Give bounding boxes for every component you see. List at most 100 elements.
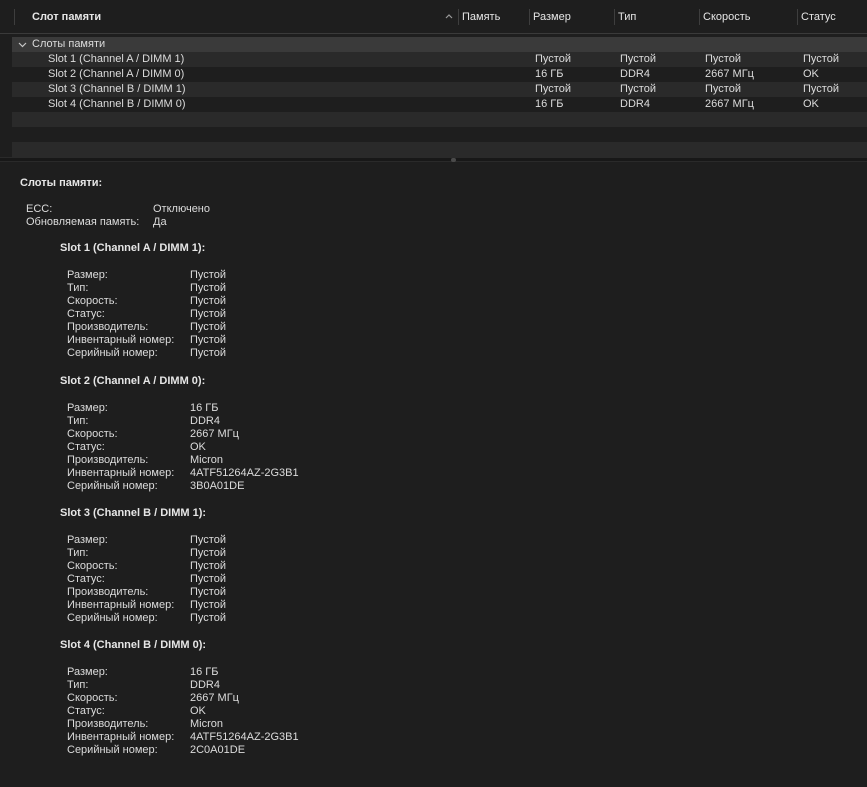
field-label-size: Размер: bbox=[67, 402, 108, 414]
table-header: Слот памяти Память Размер Тип Скорость С… bbox=[0, 0, 867, 34]
upgradable-label: Обновляемая память: bbox=[26, 216, 140, 228]
field-label-part: Инвентарный номер: bbox=[67, 467, 175, 479]
slot-speed: 2667 МГц bbox=[705, 98, 754, 110]
slot-speed: Пустой bbox=[705, 83, 741, 95]
column-separator bbox=[797, 9, 798, 25]
field-value-speed: 2667 МГц bbox=[190, 692, 239, 704]
slot-speed: Пустой bbox=[705, 53, 741, 65]
field-value-type: DDR4 bbox=[190, 679, 220, 691]
empty-row bbox=[12, 142, 867, 157]
empty-row bbox=[12, 112, 867, 127]
field-value-type: Пустой bbox=[190, 547, 226, 559]
field-label-speed: Скорость: bbox=[67, 295, 118, 307]
field-label-status: Статус: bbox=[67, 705, 105, 717]
field-value-part: 4ATF51264AZ-2G3B1 bbox=[190, 731, 299, 743]
column-header-speed[interactable]: Скорость bbox=[703, 11, 751, 23]
field-value-manufacturer: Пустой bbox=[190, 586, 226, 598]
field-label-serial: Серийный номер: bbox=[67, 347, 158, 359]
field-label-type: Тип: bbox=[67, 415, 89, 427]
column-separator bbox=[699, 9, 700, 25]
slot-size: 16 ГБ bbox=[535, 68, 564, 80]
column-header-size[interactable]: Размер bbox=[533, 11, 571, 23]
column-header-memory[interactable]: Память bbox=[462, 11, 500, 23]
field-label-manufacturer: Производитель: bbox=[67, 718, 149, 730]
field-value-size: 16 ГБ bbox=[190, 666, 219, 678]
field-value-serial: Пустой bbox=[190, 612, 226, 624]
column-header-type[interactable]: Тип bbox=[618, 11, 636, 23]
field-value-status: OK bbox=[190, 705, 206, 717]
field-value-manufacturer: Micron bbox=[190, 454, 224, 466]
column-separator bbox=[458, 9, 459, 25]
field-label-part: Инвентарный номер: bbox=[67, 731, 175, 743]
field-label-status: Статус: bbox=[67, 308, 105, 320]
field-label-part: Инвентарный номер: bbox=[67, 599, 175, 611]
field-value-speed: Пустой bbox=[190, 560, 226, 572]
detail-pane: Слоты памяти: ECC: Отключено Обновляемая… bbox=[0, 162, 867, 787]
slot-status: OK bbox=[803, 98, 819, 110]
table-row[interactable]: Slot 4 (Channel B / DIMM 0) 16 ГБ DDR4 2… bbox=[12, 97, 867, 112]
column-header-slot[interactable]: Слот памяти bbox=[32, 11, 101, 23]
column-separator bbox=[529, 9, 530, 25]
slot-type: DDR4 bbox=[620, 98, 650, 110]
field-value-status: Пустой bbox=[190, 308, 226, 320]
slot-name: Slot 4 (Channel B / DIMM 0) bbox=[48, 98, 186, 110]
slot-status: OK bbox=[803, 68, 819, 80]
upgradable-value: Да bbox=[153, 216, 167, 228]
slot-section-title: Slot 3 (Channel B / DIMM 1): bbox=[60, 507, 207, 519]
slot-type: Пустой bbox=[620, 83, 656, 95]
column-separator bbox=[14, 9, 15, 25]
field-label-type: Тип: bbox=[67, 547, 89, 559]
field-label-speed: Скорость: bbox=[67, 692, 118, 704]
slot-speed: 2667 МГц bbox=[705, 68, 754, 80]
ecc-value: Отключено bbox=[153, 203, 210, 215]
field-value-part: Пустой bbox=[190, 599, 226, 611]
field-label-size: Размер: bbox=[67, 666, 108, 678]
slot-section-title: Slot 1 (Channel A / DIMM 1): bbox=[60, 242, 206, 254]
field-label-serial: Серийный номер: bbox=[67, 744, 158, 756]
field-value-manufacturer: Пустой bbox=[190, 321, 226, 333]
group-label: Слоты памяти bbox=[32, 38, 106, 50]
group-row-memory-slots[interactable]: Слоты памяти bbox=[12, 37, 867, 52]
detail-title: Слоты памяти: bbox=[20, 177, 103, 189]
chevron-down-icon[interactable] bbox=[18, 40, 27, 49]
empty-row bbox=[12, 127, 867, 142]
field-label-status: Статус: bbox=[67, 441, 105, 453]
slot-name: Slot 1 (Channel A / DIMM 1) bbox=[48, 53, 185, 65]
field-label-type: Тип: bbox=[67, 679, 89, 691]
slot-section-title: Slot 4 (Channel B / DIMM 0): bbox=[60, 639, 207, 651]
field-value-status: Пустой bbox=[190, 573, 226, 585]
ecc-label: ECC: bbox=[26, 203, 53, 215]
table-row[interactable]: Slot 1 (Channel A / DIMM 1) Пустой Пусто… bbox=[12, 52, 867, 67]
slot-type: DDR4 bbox=[620, 68, 650, 80]
field-value-speed: Пустой bbox=[190, 295, 226, 307]
field-value-part: 4ATF51264AZ-2G3B1 bbox=[190, 467, 299, 479]
field-label-serial: Серийный номер: bbox=[67, 480, 158, 492]
field-label-manufacturer: Производитель: bbox=[67, 321, 149, 333]
field-label-manufacturer: Производитель: bbox=[67, 454, 149, 466]
field-value-serial: 3B0A01DE bbox=[190, 480, 245, 492]
field-label-part: Инвентарный номер: bbox=[67, 334, 175, 346]
column-separator bbox=[614, 9, 615, 25]
field-value-part: Пустой bbox=[190, 334, 226, 346]
memory-slots-table: Слот памяти Память Размер Тип Скорость С… bbox=[0, 0, 867, 157]
field-label-status: Статус: bbox=[67, 573, 105, 585]
slot-name: Slot 3 (Channel B / DIMM 1) bbox=[48, 83, 186, 95]
slot-name: Slot 2 (Channel A / DIMM 0) bbox=[48, 68, 185, 80]
slot-type: Пустой bbox=[620, 53, 656, 65]
table-row[interactable]: Slot 3 (Channel B / DIMM 1) Пустой Пусто… bbox=[12, 82, 867, 97]
slot-size: Пустой bbox=[535, 53, 571, 65]
field-value-size: Пустой bbox=[190, 269, 226, 281]
field-label-type: Тип: bbox=[67, 282, 89, 294]
field-label-manufacturer: Производитель: bbox=[67, 586, 149, 598]
sort-ascending-icon[interactable] bbox=[444, 11, 454, 21]
field-label-serial: Серийный номер: bbox=[67, 612, 158, 624]
field-label-size: Размер: bbox=[67, 269, 108, 281]
slot-section-title: Slot 2 (Channel A / DIMM 0): bbox=[60, 375, 206, 387]
field-label-speed: Скорость: bbox=[67, 428, 118, 440]
column-header-status[interactable]: Статус bbox=[801, 11, 836, 23]
slot-size: 16 ГБ bbox=[535, 98, 564, 110]
field-value-serial: 2C0A01DE bbox=[190, 744, 246, 756]
table-row[interactable]: Slot 2 (Channel A / DIMM 0) 16 ГБ DDR4 2… bbox=[12, 67, 867, 82]
slot-status: Пустой bbox=[803, 83, 839, 95]
field-value-status: OK bbox=[190, 441, 206, 453]
